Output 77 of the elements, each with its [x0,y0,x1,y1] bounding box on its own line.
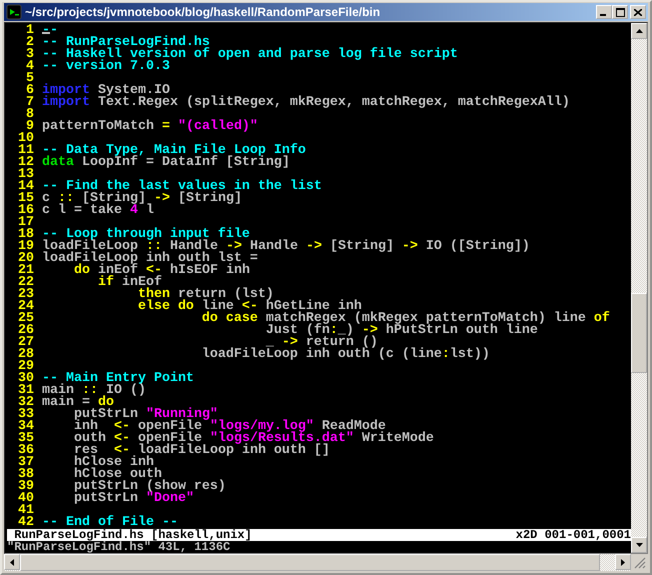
line-number: 14 [16,181,34,193]
vertical-scrollbar[interactable] [631,23,647,553]
code-line: outh <- openFile "logs/Results.dat" WriteMode [72,433,434,445]
line-number: 10 [16,133,34,145]
line-number: 25 [16,313,34,325]
line-number: 38 [16,469,34,481]
line-number: 26 [16,325,34,337]
scroll-up-button[interactable] [631,23,647,39]
line-number: 24 [16,301,34,313]
code-line: patternToMatch = "(called)" [42,121,258,133]
code-line: -- [42,25,58,37]
resize-grip-icon[interactable] [633,556,646,569]
line-number: 5 [24,73,34,85]
line-number: 29 [16,361,34,373]
terminal-icon [6,4,22,20]
line-number: 11 [16,145,34,157]
line-number: 2 [24,37,34,49]
line-number: 9 [26,121,34,133]
code-line: import Text.Regex (splitRegex, mkRegex, matchRegex, matchRegexAll) [42,97,570,109]
line-number: 19 [16,241,34,253]
maximize-button[interactable] [612,5,628,19]
scroll-left-button[interactable] [4,554,20,570]
line-number: 7 [24,97,34,109]
triangle-right-icon [621,558,625,566]
code-line: data LoopInf = DataInf [String] [42,157,290,169]
line-number: 20 [16,253,34,265]
line-number: 42 [18,517,34,529]
line-number: 21 [16,265,34,277]
close-button[interactable] [630,5,646,19]
code-line: putStrLn "Done" [72,493,194,505]
line-number: 40 [16,493,34,505]
line-number: 1 [24,25,34,37]
file-status: RunParseLogFind.hs [haskell,unix] [14,529,252,541]
close-icon [634,8,642,16]
code-line: -- RunParseLogFind.hs [42,37,210,49]
triangle-down-icon [636,543,642,547]
code-line: putStrLn "Running" [72,409,218,421]
code-line: -- version 7.0.3 [42,61,170,73]
code-line: c l = take 4 l [42,205,154,217]
code-line: import System.IO [42,85,170,97]
code-line: main = do [42,397,114,409]
line-number: 30 [16,373,34,385]
scroll-right-button[interactable] [615,554,631,570]
line-number: 41 [16,505,34,517]
line-number: 16 [16,205,34,217]
maximize-icon [616,8,624,16]
triangle-up-icon [636,29,642,33]
line-number: 3 [24,49,34,61]
line-number: 22 [16,277,34,289]
line-number: 36 [16,445,34,457]
line-number: 34 [16,421,34,433]
line-number: 15 [16,193,34,205]
line-number: 28 [16,349,34,361]
cursor-position: x2D 001-001,0001 [516,529,631,541]
line-number: 39 [16,481,34,493]
line-number: 17 [16,217,34,229]
line-number: 4 [24,61,34,73]
line-number: 37 [16,457,34,469]
code-line: loadFileLoop inh outh (c (line:lst)) [200,349,490,361]
line-number: 23 [16,289,34,301]
scroll-down-button[interactable] [631,537,647,553]
line-number: 12 [16,157,34,169]
line-number: 31 [16,385,34,397]
line-number: 33 [16,409,34,421]
line-number: 35 [16,433,34,445]
line-number: 32 [16,397,34,409]
scrollbar-thumb[interactable] [631,293,647,373]
minimize-button[interactable] [596,5,612,19]
line-number: 18 [16,229,34,241]
line-number: 8 [24,109,34,121]
message-line: "RunParseLogFind.hs" 43L, 1136C [7,541,230,553]
line-number: 27 [16,337,34,349]
triangle-left-icon [10,558,14,566]
line-number: 6 [24,85,34,97]
code-line: -- End of File -- [42,517,178,529]
line-number: 13 [16,169,34,181]
window-title: ~/src/projects/jvmnotebook/blog/haskell/RandomParseFile/bin [25,5,382,19]
